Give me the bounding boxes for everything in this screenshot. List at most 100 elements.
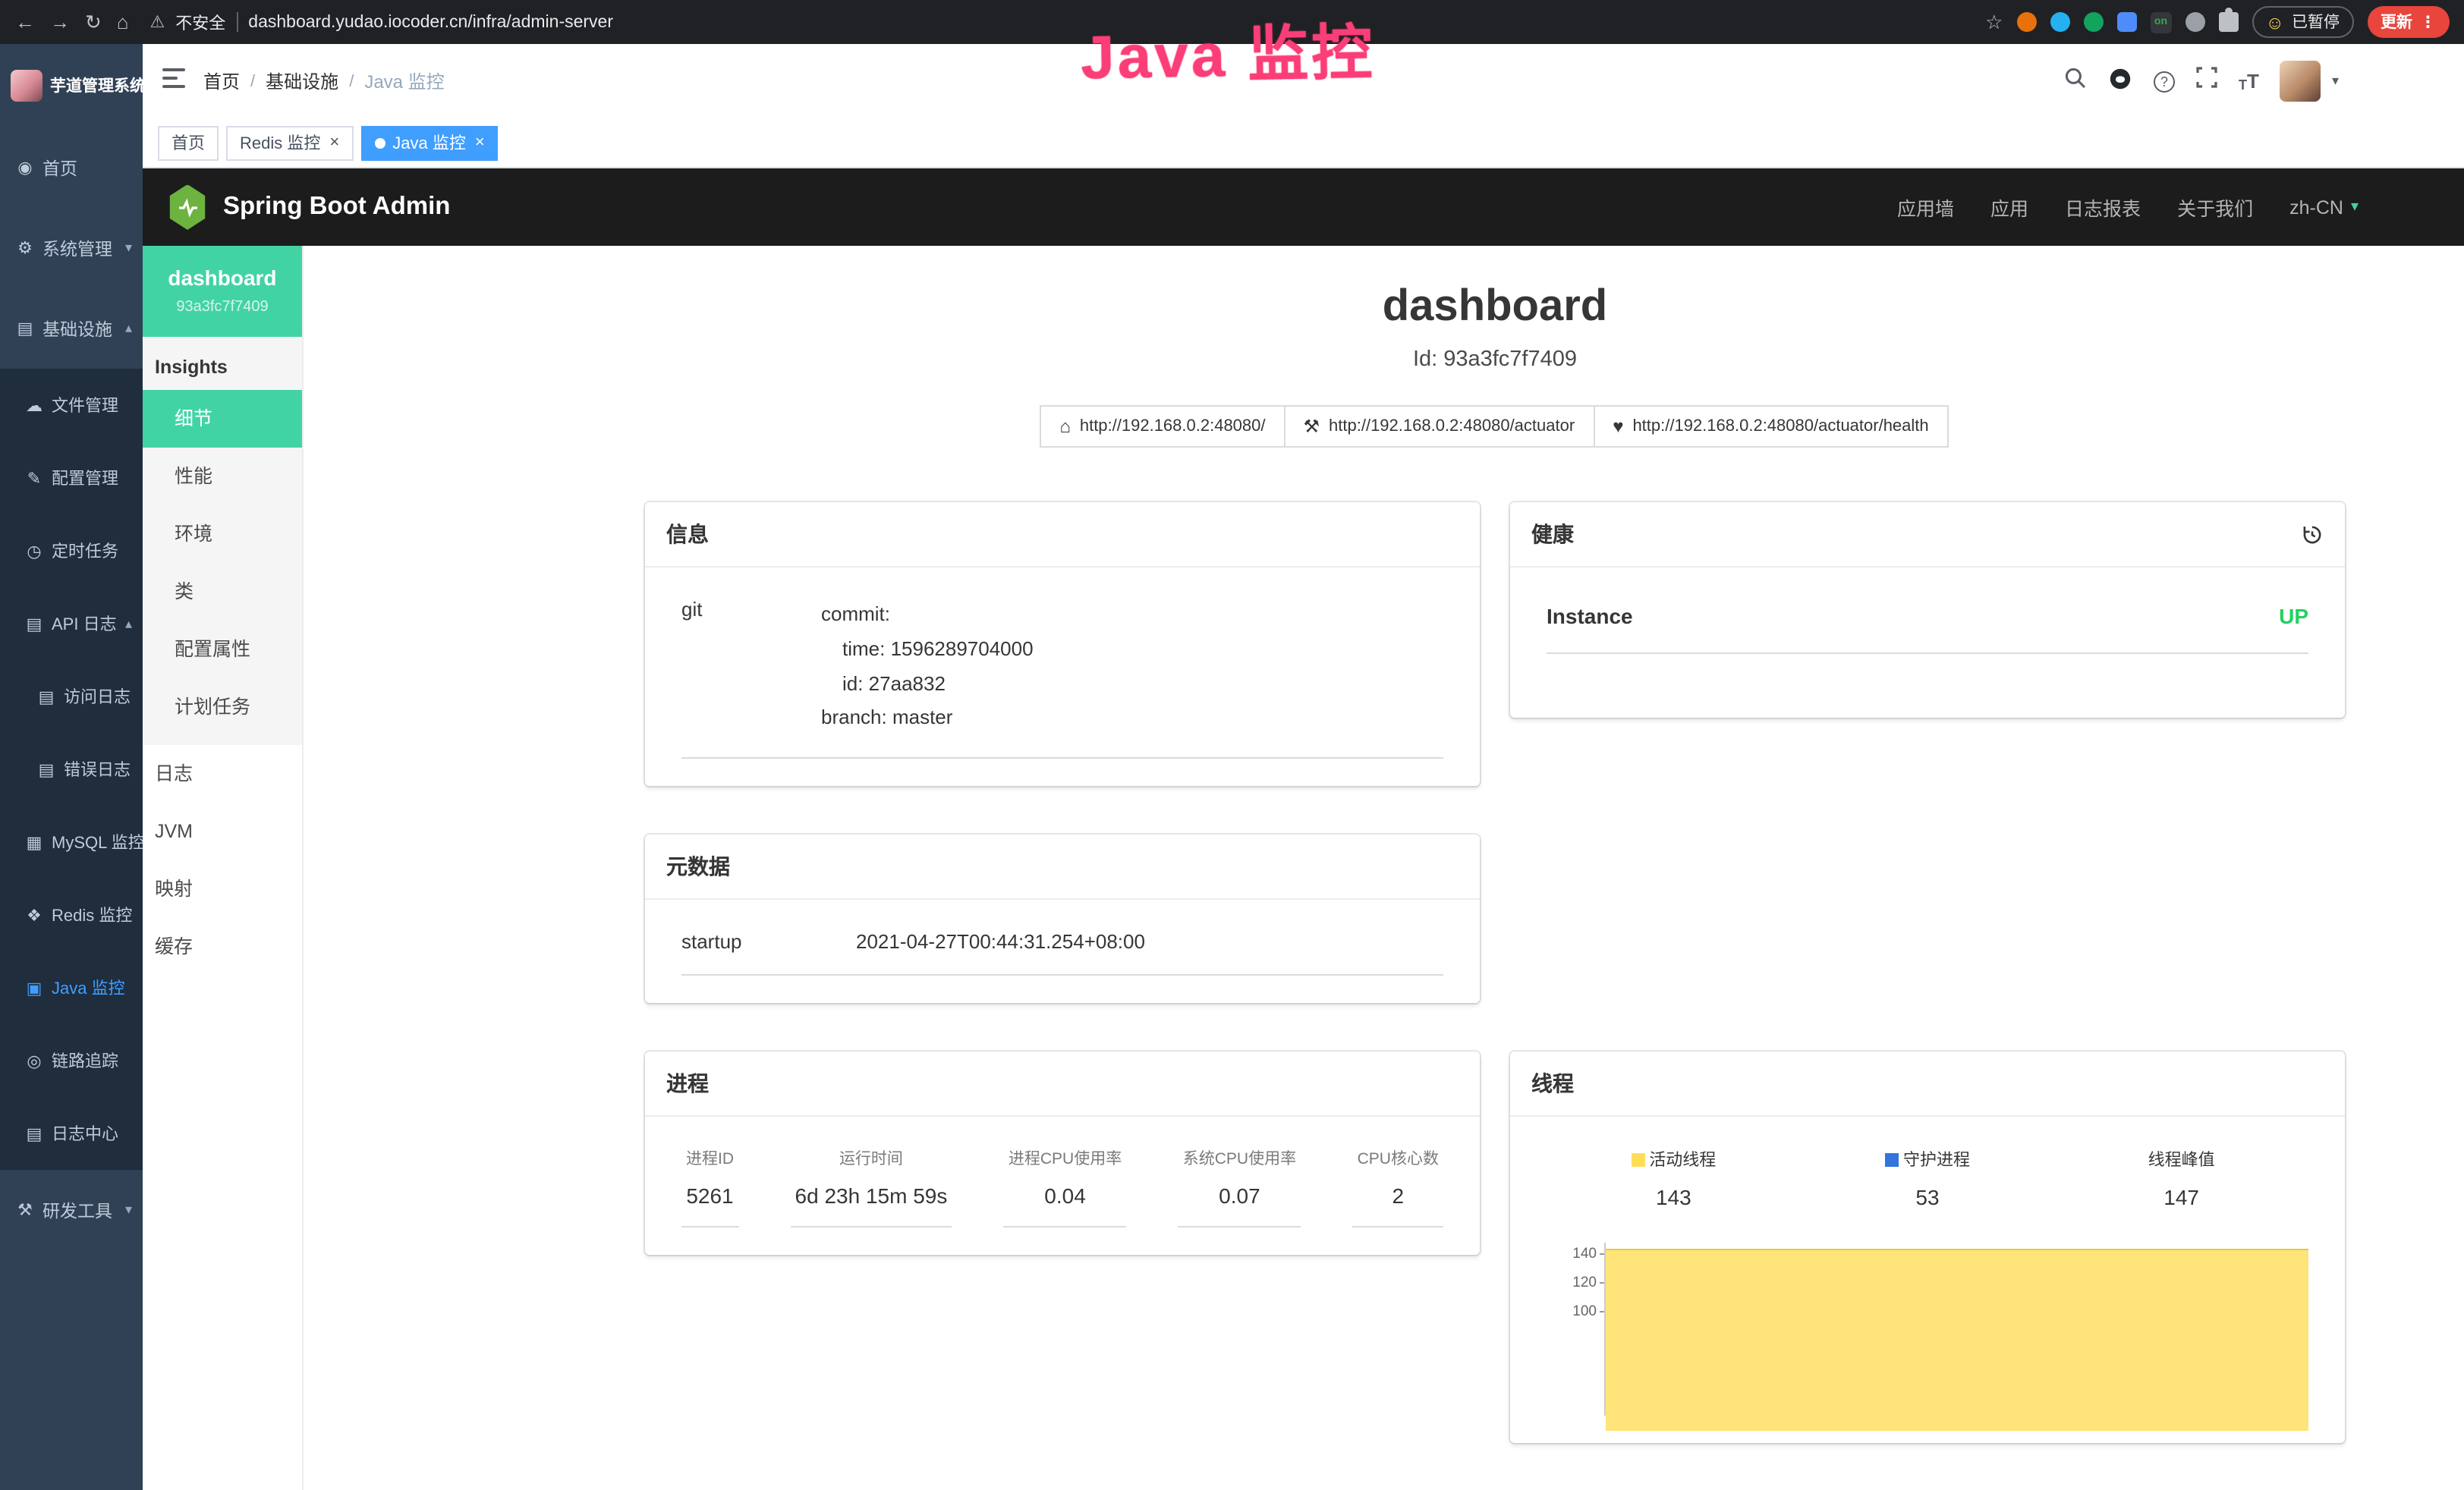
process-stat: 进程CPU使用率 0.04 [1004, 1147, 1126, 1228]
sba-brand-title[interactable]: Spring Boot Admin [223, 193, 450, 222]
sba-item-caches[interactable]: 缓存 [143, 918, 302, 976]
tab-java-monitor[interactable]: Java 监控 × [360, 125, 498, 160]
sba-nav-links: 应用墙 应用 日志报表 关于我们 zh-CN ▾ [1897, 193, 2359, 222]
spring-boot-admin: Spring Boot Admin 应用墙 应用 日志报表 关于我们 zh-CN… [143, 168, 2464, 1490]
address-bar[interactable]: ⚠ 不安全 dashboard.yudao.iocoder.cn/infra/a… [150, 10, 1971, 34]
document-icon: ▤ [24, 614, 44, 633]
hamburger-icon[interactable] [162, 68, 185, 95]
sba-instance-sidebar: dashboard 93a3fc7f7409 Insights 细节 性能 环境… [143, 246, 304, 1490]
sidebar-item-access-logs[interactable]: ▤ 访问日志 [0, 660, 143, 733]
sidebar-item-tracing[interactable]: ◎ 链路追踪 [0, 1024, 143, 1097]
profile-paused-chip[interactable]: ☺ 已暂停 [2252, 6, 2353, 38]
sidebar-item-home[interactable]: ◉ 首页 [0, 127, 143, 208]
sidebar-item-api-logs[interactable]: ▤ API 日志 ▴ [0, 587, 143, 660]
instance-header[interactable]: dashboard 93a3fc7f7409 [143, 246, 302, 337]
extensions-puzzle-icon[interactable] [2218, 12, 2238, 32]
sba-item-environment[interactable]: 环境 [143, 505, 302, 563]
git-branch: branch: master [821, 702, 1034, 737]
sba-item-details[interactable]: 细节 [143, 390, 302, 448]
sidebar-item-system[interactable]: ⚙ 系统管理 ▾ [0, 208, 143, 288]
process-card: 进程 进程ID 5261 运行时间 [645, 1051, 1480, 1255]
heart-icon: ♥ [1613, 416, 1623, 437]
sidebar-item-file-management[interactable]: ☁ 文件管理 [0, 369, 143, 442]
sba-nav-wallboard[interactable]: 应用墙 [1897, 193, 1954, 222]
locale-selector[interactable]: zh-CN ▾ [2289, 196, 2359, 218]
sidebar-item-label: 系统管理 [42, 236, 112, 260]
kebab-menu-icon[interactable]: ⋮ [2420, 13, 2436, 31]
bookmark-star-icon[interactable]: ☆ [1985, 10, 2003, 34]
forward-icon[interactable]: → [50, 12, 70, 32]
fullscreen-icon[interactable] [2196, 67, 2217, 96]
github-icon[interactable] [2108, 66, 2132, 96]
back-icon[interactable]: ← [15, 12, 35, 32]
search-icon[interactable] [2064, 66, 2087, 96]
tab-redis-monitor[interactable]: Redis 监控 × [226, 125, 353, 160]
sidebar-item-scheduled-jobs[interactable]: ◷ 定时任务 [0, 514, 143, 587]
home-icon[interactable]: ⌂ [117, 12, 129, 32]
tab-label: Redis 监控 [240, 130, 320, 155]
close-icon[interactable]: × [475, 134, 485, 152]
sidebar-item-java-monitor[interactable]: ▣ Java 监控 [0, 951, 143, 1024]
avatar-caret-icon[interactable]: ▾ [2332, 73, 2339, 90]
sidebar-item-log-center[interactable]: ▤ 日志中心 [0, 1097, 143, 1170]
sidebar-item-dev-tools[interactable]: ⚒ 研发工具 ▾ [0, 1170, 143, 1250]
reload-icon[interactable]: ↻ [85, 12, 102, 32]
sidebar-item-label: Java 监控 [52, 976, 125, 1000]
link-url: http://192.168.0.2:48080/actuator/health [1632, 417, 1928, 435]
actuator-url-link[interactable]: ⚒ http://192.168.0.2:48080/actuator [1284, 405, 1595, 448]
sba-nav-about[interactable]: 关于我们 [2177, 193, 2253, 222]
sba-nav-applications[interactable]: 应用 [1990, 193, 2028, 222]
legend-peak-threads: 线程峰值 147 [2054, 1147, 2308, 1209]
breadcrumb-infrastructure[interactable]: 基础设施 [266, 68, 338, 94]
sba-item-mappings[interactable]: 映射 [143, 860, 302, 918]
sidebar-item-label: 日志中心 [52, 1121, 118, 1146]
app-title: 芋道管理系统 [50, 74, 143, 97]
extension-icon[interactable] [2016, 12, 2036, 32]
app-logo[interactable]: 芋道管理系统 [0, 44, 143, 127]
sba-item-config-props[interactable]: 配置属性 [143, 621, 302, 678]
process-card-title: 进程 [645, 1051, 1480, 1117]
breadcrumb-separator: / [349, 72, 354, 90]
sba-item-metrics[interactable]: 性能 [143, 448, 302, 505]
font-size-icon[interactable]: TT [2239, 70, 2259, 93]
chevron-down-icon: ▾ [2351, 199, 2359, 215]
close-icon[interactable]: × [329, 134, 339, 152]
tags-bar: 首页 Redis 监控 × Java 监控 × [143, 118, 2464, 168]
tab-home[interactable]: 首页 [158, 125, 219, 160]
extension-icon[interactable] [2083, 12, 2103, 32]
help-glyph: ? [2160, 74, 2168, 89]
document-icon: ▤ [36, 759, 56, 779]
help-icon[interactable]: ? [2154, 71, 2175, 92]
extension-on-icon[interactable]: on [2150, 11, 2171, 33]
extension-icon[interactable] [2116, 12, 2136, 32]
logo-avatar [11, 70, 42, 102]
threads-card-title: 线程 [1510, 1051, 2345, 1117]
sba-item-loggers[interactable]: 日志 [143, 745, 302, 803]
sidebar-item-config-management[interactable]: ✎ 配置管理 [0, 442, 143, 514]
sidebar-item-infrastructure[interactable]: ▤ 基础设施 ▴ [0, 288, 143, 369]
sba-nav-journal[interactable]: 日志报表 [2065, 193, 2141, 222]
spring-boot-logo-icon[interactable] [167, 184, 208, 230]
sba-navbar: Spring Boot Admin 应用墙 应用 日志报表 关于我们 zh-CN… [143, 168, 2464, 246]
git-commit-id: id: 27aa832 [821, 667, 1034, 702]
process-stat: CPU核心数 2 [1353, 1147, 1443, 1228]
sba-item-beans[interactable]: 类 [143, 563, 302, 621]
sidebar-item-mysql-monitor[interactable]: ▦ MySQL 监控 [0, 806, 143, 879]
not-secure-warning-icon: ⚠ [150, 12, 165, 32]
health-url-link[interactable]: ♥ http://192.168.0.2:48080/actuator/heal… [1593, 405, 1948, 448]
instance-name: dashboard [155, 266, 290, 290]
url-text[interactable]: dashboard.yudao.iocoder.cn/infra/admin-s… [248, 13, 613, 31]
sidebar-item-redis-monitor[interactable]: ❖ Redis 监控 [0, 879, 143, 951]
sba-item-jvm[interactable]: JVM [143, 803, 302, 860]
chrome-update-button[interactable]: 更新 ⋮ [2367, 6, 2450, 38]
locale-label: zh-CN [2289, 196, 2343, 218]
extension-icon[interactable] [2050, 12, 2069, 32]
sidebar-item-error-logs[interactable]: ▤ 错误日志 [0, 733, 143, 806]
service-url-link[interactable]: ⌂ http://192.168.0.2:48080/ [1040, 405, 1285, 448]
sba-item-scheduled-tasks[interactable]: 计划任务 [143, 678, 302, 736]
breadcrumb-home[interactable]: 首页 [203, 68, 240, 94]
address-divider [236, 12, 238, 32]
user-avatar[interactable] [2280, 61, 2321, 102]
extension-icon[interactable] [2185, 12, 2204, 32]
history-icon[interactable] [2301, 523, 2324, 545]
